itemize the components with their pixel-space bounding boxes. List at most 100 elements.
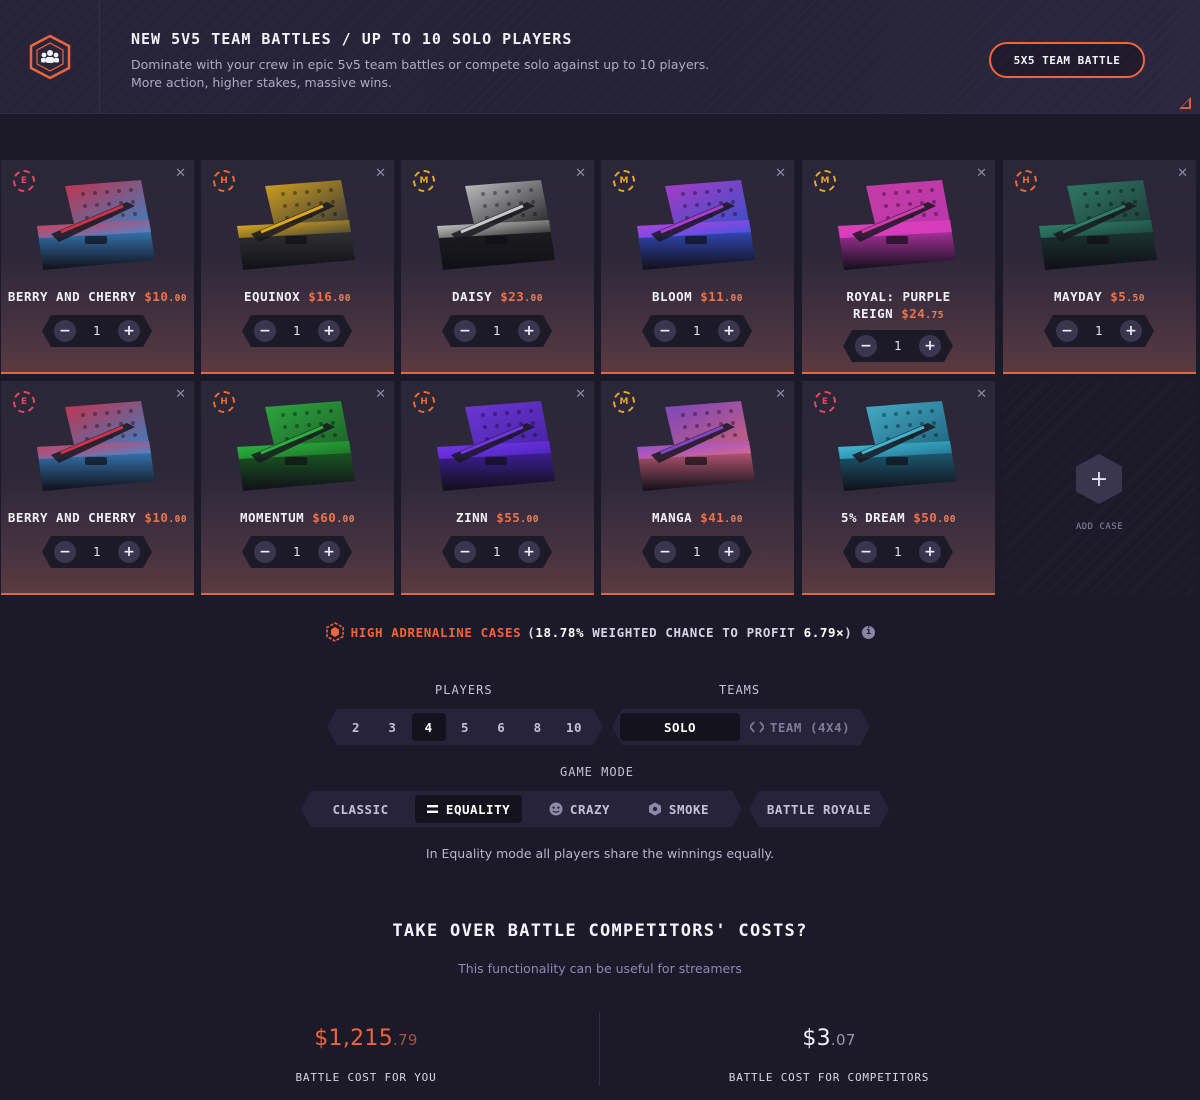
increment-button[interactable]: + (717, 320, 740, 342)
increment-button[interactable]: + (117, 541, 140, 563)
info-icon[interactable]: i (862, 625, 876, 639)
case-image (838, 180, 956, 270)
remove-case-icon[interactable]: ✕ (375, 387, 386, 402)
case-name: 5% DREAM $50.00 (806, 509, 991, 528)
case-card[interactable]: H ✕ (1003, 160, 1196, 374)
mode-option-smoke[interactable]: SMOKE (629, 795, 728, 823)
quantity-value: 1 (493, 324, 501, 338)
case-title: BERRY AND CHERRY (7, 289, 137, 304)
team-icon (27, 34, 73, 80)
banner-title: NEW 5V5 TEAM BATTLES / UP TO 10 SOLO PLA… (131, 30, 573, 48)
decrement-button[interactable]: − (654, 541, 676, 563)
players-option-5[interactable]: 5 (448, 713, 482, 741)
case-price: $10 (144, 289, 169, 304)
decrement-button[interactable]: − (454, 541, 476, 563)
case-card[interactable]: H ✕ (401, 381, 594, 595)
case-card[interactable]: M ✕ (401, 160, 594, 374)
players-option-2[interactable]: 2 (339, 713, 373, 741)
case-card[interactable]: H ✕ (201, 381, 394, 595)
quantity-stepper: − 1 + (442, 315, 552, 347)
case-card[interactable]: E ✕ (1, 160, 194, 374)
players-option-3[interactable]: 3 (375, 713, 409, 741)
remove-case-icon[interactable]: ✕ (575, 166, 586, 181)
case-card[interactable]: H ✕ (201, 160, 394, 374)
remove-case-icon[interactable]: ✕ (976, 166, 987, 181)
increment-button[interactable]: + (517, 320, 540, 342)
decrement-button[interactable]: − (54, 541, 76, 563)
decrement-button[interactable]: − (1056, 320, 1078, 342)
game-mode-selector: CLASSIC EQUALITY CRAZY SMOKE (301, 791, 742, 827)
equality-icon (427, 804, 438, 814)
case-card[interactable]: M ✕ (601, 381, 794, 595)
increment-button[interactable]: + (717, 541, 740, 563)
case-title: MANGA (652, 510, 693, 525)
stats-detail: (18.78% WEIGHTED CHANCE TO PROFIT 6.79×) (527, 625, 852, 640)
increment-button[interactable]: + (918, 335, 941, 357)
decrement-button[interactable]: − (54, 320, 76, 342)
team-option-team[interactable]: TEAM (4X4) (740, 713, 860, 741)
players-option-10[interactable]: 10 (557, 713, 591, 741)
mode-option-classic[interactable]: CLASSIC (315, 795, 406, 823)
case-title: DAISY (452, 289, 493, 304)
quantity-stepper: − 1 + (843, 330, 953, 362)
battle-royale-option-box: BATTLE ROYALE (749, 791, 889, 827)
case-title: MAYDAY (1054, 289, 1103, 304)
case-image (437, 180, 555, 270)
remove-case-icon[interactable]: ✕ (175, 387, 186, 402)
case-image (637, 180, 755, 270)
quantity-value: 1 (93, 324, 101, 338)
takeover-subtitle: This functionality can be useful for str… (458, 961, 742, 976)
cost-for-you-option[interactable]: $1,215.79 BATTLE COST FOR YOU (166, 1026, 566, 1084)
case-card[interactable]: E ✕ (802, 381, 995, 595)
case-name: MANGA $41.00 (605, 509, 790, 528)
increment-button[interactable]: + (517, 541, 540, 563)
mode-option-equality[interactable]: EQUALITY (415, 795, 522, 823)
game-mode-label: GAME MODE (560, 765, 635, 779)
quantity-value: 1 (693, 545, 701, 559)
decrement-button[interactable]: − (254, 541, 276, 563)
case-card[interactable]: M ✕ (802, 160, 995, 374)
quantity-value: 1 (293, 324, 301, 338)
profit-chance-info: HIGH ADRENALINE CASES (18.78% WEIGHTED C… (0, 622, 1200, 642)
team-battle-button[interactable]: 5X5 TEAM BATTLE (989, 42, 1145, 78)
banner-icon-box (0, 0, 100, 114)
case-title: MOMENTUM (240, 510, 305, 525)
decrement-button[interactable]: − (855, 335, 877, 357)
quantity-stepper: − 1 + (1044, 315, 1154, 347)
players-option-4[interactable]: 4 (412, 713, 446, 741)
case-card[interactable]: E ✕ (1, 381, 194, 595)
mode-description: In Equality mode all players share the w… (425, 846, 775, 861)
increment-button[interactable]: + (918, 541, 941, 563)
takeover-title: TAKE OVER BATTLE COMPETITORS' COSTS? (392, 921, 808, 941)
add-case-label: ADD CASE (1075, 522, 1124, 532)
decrement-button[interactable]: − (454, 320, 476, 342)
cost-for-competitors-option[interactable]: $3.07 BATTLE COST FOR COMPETITORS (629, 1026, 1029, 1084)
decrement-button[interactable]: − (654, 320, 676, 342)
players-option-8[interactable]: 8 (521, 713, 555, 741)
plus-icon[interactable]: + (1076, 454, 1122, 504)
case-card[interactable]: M ✕ (601, 160, 794, 374)
remove-case-icon[interactable]: ✕ (976, 387, 987, 402)
profit-multiplier: 6.79× (803, 624, 845, 640)
add-case-card[interactable]: + ADD CASE (1003, 381, 1196, 595)
remove-case-icon[interactable]: ✕ (175, 166, 186, 181)
mode-option-battle-royale[interactable]: BATTLE ROYALE (755, 795, 883, 823)
increment-button[interactable]: + (317, 541, 340, 563)
decrement-button[interactable]: − (254, 320, 276, 342)
team-option-solo[interactable]: SOLO (620, 713, 740, 741)
increment-button[interactable]: + (1119, 320, 1142, 342)
case-title: BLOOM (652, 289, 693, 304)
remove-case-icon[interactable]: ✕ (775, 387, 786, 402)
decrement-button[interactable]: − (855, 541, 877, 563)
remove-case-icon[interactable]: ✕ (1177, 166, 1188, 181)
profit-chance-label: WEIGHTED CHANCE TO PROFIT (592, 624, 796, 640)
increment-button[interactable]: + (317, 320, 340, 342)
mode-option-crazy[interactable]: CRAZY (530, 795, 629, 823)
quantity-stepper: − 1 + (242, 315, 352, 347)
increment-button[interactable]: + (117, 320, 140, 342)
remove-case-icon[interactable]: ✕ (575, 387, 586, 402)
remove-case-icon[interactable]: ✕ (375, 166, 386, 181)
case-price: $23 (500, 289, 525, 304)
remove-case-icon[interactable]: ✕ (775, 166, 786, 181)
players-option-6[interactable]: 6 (484, 713, 518, 741)
